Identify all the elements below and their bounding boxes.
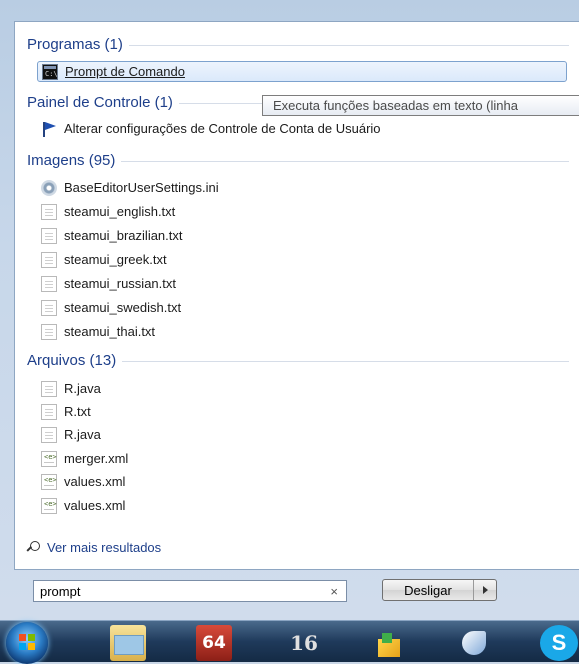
group-header-programs[interactable]: Programas (1) [27, 34, 569, 54]
xml-file-icon: <e> [41, 473, 57, 490]
tooltip: Executa funções baseadas em texto (linha [262, 95, 579, 116]
result-file-item[interactable]: R.txt [41, 401, 579, 422]
chevron-right-icon [482, 586, 488, 594]
result-image-item[interactable]: steamui_russian.txt [41, 273, 579, 294]
app-64-icon[interactable]: 64 [196, 625, 232, 661]
start-menu: Programas (1) C:\ Prompt de Comando Pain… [0, 0, 579, 620]
result-prompt-de-comando[interactable]: C:\ Prompt de Comando [37, 61, 567, 82]
text-file-icon [41, 299, 57, 316]
text-file-icon [41, 323, 57, 340]
cmd-icon: C:\ [42, 63, 58, 80]
search-field[interactable]: × [33, 580, 347, 602]
result-image-item[interactable]: steamui_thai.txt [41, 321, 579, 342]
result-image-item[interactable]: steamui_swedish.txt [41, 297, 579, 318]
xml-file-icon: <e> [41, 497, 57, 514]
shutdown-button-group: Desligar [382, 579, 497, 601]
result-image-item[interactable]: BaseEditorUserSettings.ini [41, 177, 579, 198]
search-input[interactable] [40, 584, 310, 599]
result-file-item[interactable]: <e> merger.xml [41, 448, 579, 469]
group-header-images[interactable]: Imagens (95) [27, 150, 569, 170]
result-uac-settings[interactable]: Alterar configurações de Controle de Con… [41, 118, 579, 139]
app-bird-icon[interactable] [456, 625, 492, 661]
uac-flag-icon [41, 121, 57, 137]
text-file-icon [41, 403, 57, 420]
search-icon [27, 540, 41, 555]
taskbar: 64 16 S [0, 620, 579, 664]
xml-file-icon: <e> [41, 450, 57, 467]
text-file-icon [41, 227, 57, 244]
result-image-item[interactable]: steamui_greek.txt [41, 249, 579, 270]
text-file-icon [41, 426, 57, 443]
result-file-item[interactable]: <e> values.xml [41, 471, 579, 492]
text-file-icon [41, 275, 57, 292]
text-file-icon [41, 380, 57, 397]
text-file-icon [41, 251, 57, 268]
result-image-item[interactable]: steamui_english.txt [41, 201, 579, 222]
start-button[interactable] [6, 622, 48, 664]
result-file-item[interactable]: R.java [41, 424, 579, 445]
result-file-item[interactable]: <e> values.xml [41, 495, 579, 516]
shutdown-options-button[interactable] [474, 586, 496, 594]
group-header-files[interactable]: Arquivos (13) [27, 350, 569, 370]
app-16-icon[interactable]: 16 [286, 625, 322, 661]
shutdown-button[interactable]: Desligar [383, 580, 474, 600]
skype-icon[interactable]: S [540, 625, 578, 661]
clear-search-icon[interactable]: × [330, 584, 338, 599]
see-more-results-link[interactable]: Ver mais resultados [27, 540, 161, 555]
result-file-item[interactable]: R.java [41, 378, 579, 399]
explorer-folder-icon[interactable] [110, 625, 146, 661]
result-image-item[interactable]: steamui_brazilian.txt [41, 225, 579, 246]
settings-file-icon [41, 179, 57, 196]
app-package-icon[interactable] [372, 625, 408, 661]
text-file-icon [41, 203, 57, 220]
